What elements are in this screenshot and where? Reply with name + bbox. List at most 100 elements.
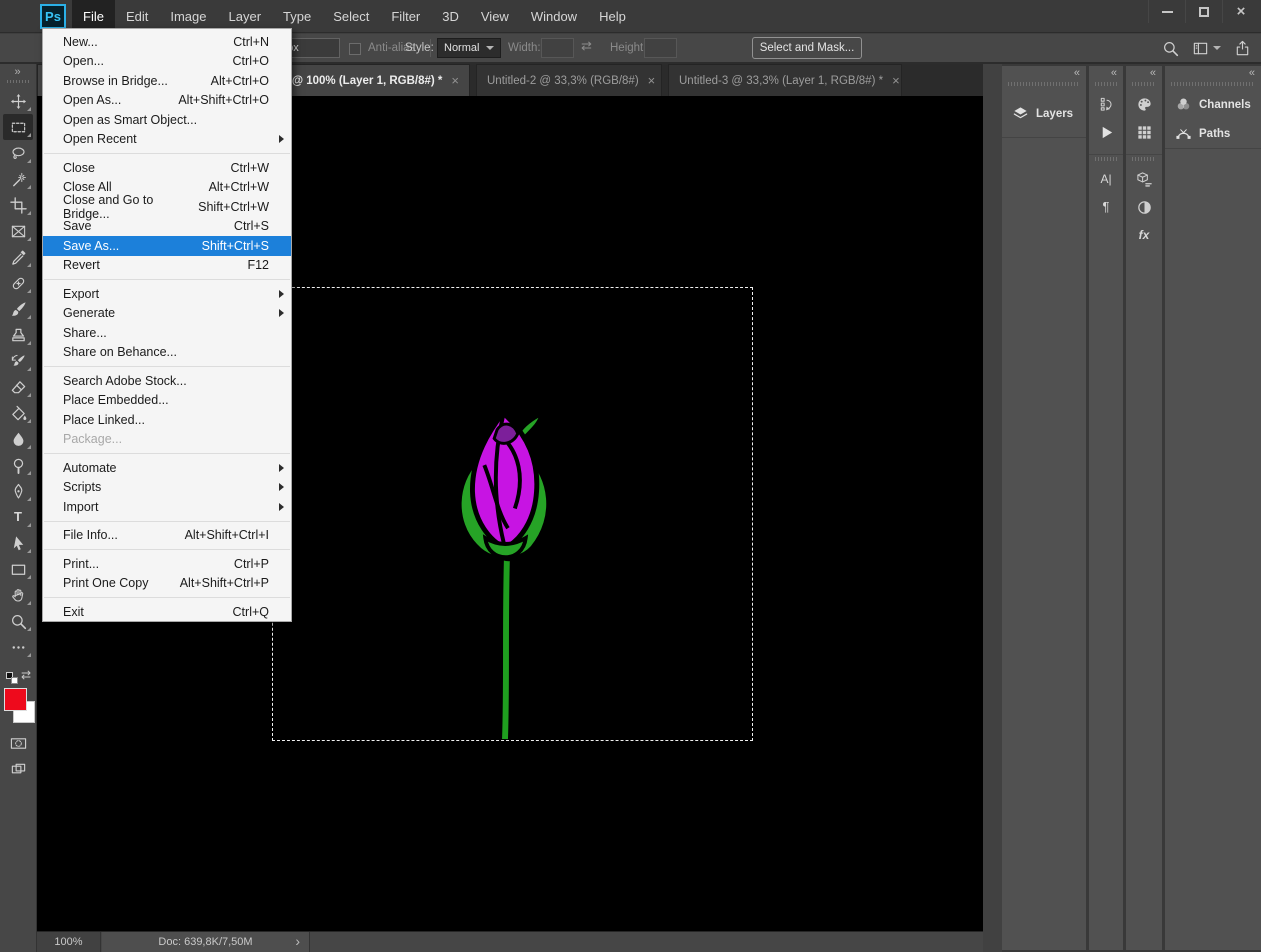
menu-item-search-adobe-stock[interactable]: Search Adobe Stock... — [43, 371, 291, 391]
workspace-switcher[interactable] — [1192, 40, 1221, 57]
zoom-level[interactable]: 100% — [37, 932, 101, 952]
rectangular-marquee-tool[interactable] — [3, 114, 33, 140]
crop-tool[interactable] — [3, 192, 33, 218]
maximize-button[interactable] — [1185, 0, 1222, 23]
menu-item-share-on-behance[interactable]: Share on Behance... — [43, 343, 291, 363]
collapse-panel-icon[interactable]: « — [1165, 66, 1261, 80]
character-panel-button[interactable]: A| — [1089, 165, 1123, 193]
clone-stamp-tool[interactable] — [3, 322, 33, 348]
eyedropper-tool[interactable] — [3, 244, 33, 270]
menubar-view[interactable]: View — [470, 0, 520, 32]
menubar-3d[interactable]: 3D — [431, 0, 470, 32]
menubar-window[interactable]: Window — [520, 0, 588, 32]
menubar-filter[interactable]: Filter — [380, 0, 431, 32]
collapse-panel-icon[interactable]: « — [1089, 66, 1123, 80]
share-icon[interactable] — [1234, 40, 1251, 57]
menu-item-open-recent[interactable]: Open Recent — [43, 130, 291, 150]
menu-item-export[interactable]: Export — [43, 284, 291, 304]
panel-gripper[interactable] — [1132, 157, 1156, 161]
tab-channels[interactable]: Channels — [1165, 90, 1261, 119]
lasso-tool[interactable] — [3, 140, 33, 166]
minimize-button[interactable] — [1148, 0, 1185, 23]
document-info[interactable]: Doc: 639,8K/7,50M › — [102, 932, 310, 952]
width-input[interactable] — [541, 38, 574, 58]
select-and-mask-button[interactable]: Select and Mask... — [752, 37, 862, 59]
move-tool[interactable] — [3, 88, 33, 114]
swap-dimensions-icon[interactable]: ⇄ — [581, 38, 592, 54]
menu-item-place-linked[interactable]: Place Linked... — [43, 410, 291, 430]
tab-layers[interactable]: Layers — [1002, 90, 1086, 138]
menu-item-automate[interactable]: Automate — [43, 458, 291, 478]
menu-item-exit[interactable]: ExitCtrl+Q — [43, 602, 291, 622]
menu-item-import[interactable]: Import — [43, 497, 291, 517]
screen-mode-icon[interactable] — [10, 761, 27, 778]
menubar-help[interactable]: Help — [588, 0, 637, 32]
collapse-panel-icon[interactable]: « — [1126, 66, 1162, 80]
menu-item-generate[interactable]: Generate — [43, 304, 291, 324]
menu-item-close[interactable]: CloseCtrl+W — [43, 158, 291, 178]
collapse-panel-icon[interactable]: « — [1002, 66, 1086, 80]
menu-item-save-as[interactable]: Save As...Shift+Ctrl+S — [43, 236, 291, 256]
menu-item-print-one-copy[interactable]: Print One CopyAlt+Shift+Ctrl+P — [43, 574, 291, 594]
menu-item-browse-in-bridge[interactable]: Browse in Bridge...Alt+Ctrl+O — [43, 71, 291, 91]
magic-wand-tool[interactable] — [3, 166, 33, 192]
menu-item-close-and-go-to-bridge[interactable]: Close and Go to Bridge...Shift+Ctrl+W — [43, 197, 291, 217]
styles-fx-panel-button[interactable]: fx — [1126, 221, 1162, 249]
zoom-tool[interactable] — [3, 608, 33, 634]
rectangle-shape-tool[interactable] — [3, 556, 33, 582]
search-icon[interactable] — [1162, 40, 1179, 57]
eraser-tool[interactable] — [3, 374, 33, 400]
menu-item-save[interactable]: SaveCtrl+S — [43, 217, 291, 237]
dodge-tool[interactable] — [3, 452, 33, 478]
libraries-panel-button[interactable] — [1126, 165, 1162, 193]
menubar-select[interactable]: Select — [322, 0, 380, 32]
document-tab-2[interactable]: Untitled-2 @ 33,3% (RGB/8#)× — [476, 64, 662, 96]
panel-gripper[interactable] — [1008, 82, 1080, 86]
default-colors-icon[interactable] — [6, 672, 21, 685]
adjustments-panel-button[interactable] — [1126, 193, 1162, 221]
panel-gripper[interactable] — [1095, 157, 1117, 161]
hand-tool[interactable] — [3, 582, 33, 608]
menu-item-open[interactable]: Open...Ctrl+O — [43, 52, 291, 72]
menu-item-revert[interactable]: RevertF12 — [43, 256, 291, 276]
panel-gripper[interactable] — [1095, 82, 1117, 86]
menu-item-new[interactable]: New...Ctrl+N — [43, 32, 291, 52]
blur-tool[interactable] — [3, 426, 33, 452]
menu-item-place-embedded[interactable]: Place Embedded... — [43, 391, 291, 411]
tab-paths[interactable]: Paths — [1165, 119, 1261, 148]
history-brush-tool[interactable] — [3, 348, 33, 374]
paint-bucket-tool[interactable] — [3, 400, 33, 426]
frame-tool[interactable] — [3, 218, 33, 244]
height-input[interactable] — [644, 38, 677, 58]
toolbar-collapse[interactable]: » — [0, 64, 36, 79]
path-selection-tool[interactable] — [3, 530, 33, 556]
spot-healing-tool[interactable] — [3, 270, 33, 296]
menu-item-share[interactable]: Share... — [43, 323, 291, 343]
paragraph-panel-button[interactable]: ¶ — [1089, 193, 1123, 221]
panel-gripper[interactable] — [1132, 82, 1156, 86]
quick-mask-icon[interactable] — [10, 735, 27, 752]
color-panel-button[interactable] — [1126, 90, 1162, 118]
panel-gripper[interactable] — [1171, 82, 1255, 86]
close-button[interactable]: × — [1222, 0, 1259, 23]
actions-play-panel-button[interactable] — [1089, 118, 1123, 146]
menu-item-open-as[interactable]: Open As...Alt+Shift+Ctrl+O — [43, 91, 291, 111]
toolbar-gripper[interactable] — [7, 80, 29, 83]
brush-tool[interactable] — [3, 296, 33, 322]
pen-tool[interactable] — [3, 478, 33, 504]
tab-close-icon[interactable]: × — [648, 73, 656, 88]
chevron-right-icon[interactable]: › — [295, 933, 300, 949]
style-select[interactable]: Normal — [437, 38, 501, 58]
tab-close-icon[interactable]: × — [892, 73, 900, 88]
history-panel-button[interactable] — [1089, 90, 1123, 118]
tab-close-icon[interactable]: × — [451, 73, 459, 88]
menu-item-open-as-smart-object[interactable]: Open as Smart Object... — [43, 110, 291, 130]
type-tool[interactable]: T — [3, 504, 33, 530]
document-tab-3[interactable]: Untitled-3 @ 33,3% (Layer 1, RGB/8#) *× — [668, 64, 902, 96]
menu-item-file-info[interactable]: File Info...Alt+Shift+Ctrl+I — [43, 526, 291, 546]
swatches-panel-button[interactable] — [1126, 118, 1162, 146]
foreground-color-swatch[interactable] — [4, 688, 27, 711]
menu-item-scripts[interactable]: Scripts — [43, 478, 291, 498]
edit-toolbar-tool[interactable] — [3, 634, 33, 660]
anti-alias-checkbox[interactable] — [349, 43, 361, 55]
